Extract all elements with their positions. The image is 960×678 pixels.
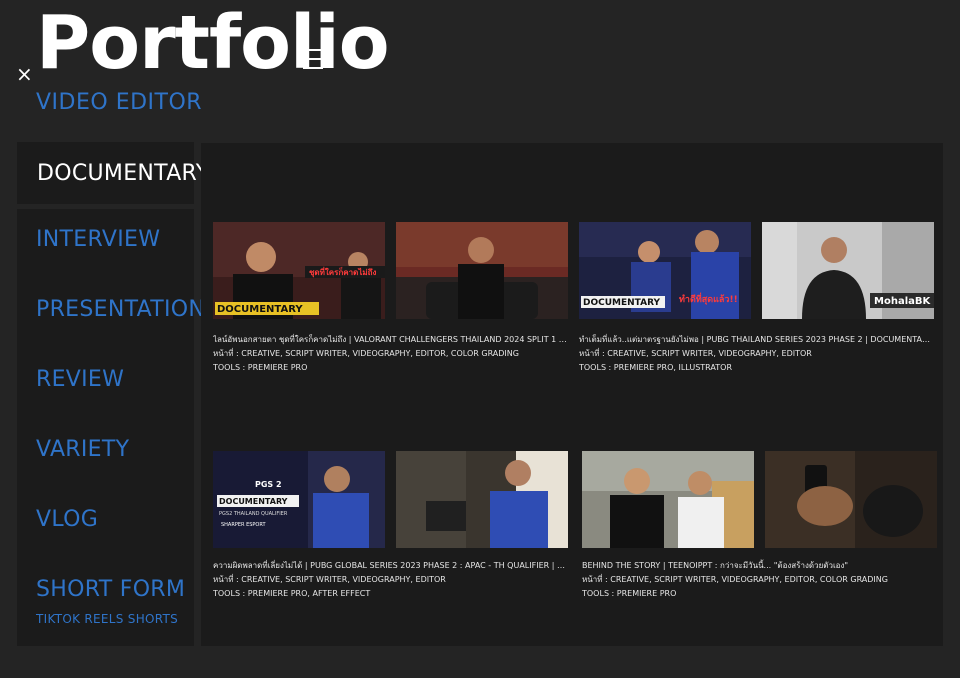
sidebar-item-presentation[interactable]: PRESENTATION	[36, 297, 205, 322]
video-thumbnail[interactable]	[396, 451, 568, 548]
video-thumbnail[interactable]: DOCUMENTARY ทำดีที่สุดแล้ว!!	[579, 222, 751, 319]
video-roles: หน้าที่ : CREATIVE, SCRIPT WRITER, VIDEO…	[582, 575, 888, 584]
video-tools: TOOLS : PREMIERE PRO, AFTER EFFECT	[213, 589, 371, 598]
close-icon[interactable]: ×	[16, 64, 33, 84]
video-roles: หน้าที่ : CREATIVE, SCRIPT WRITER, VIDEO…	[213, 575, 446, 584]
thumb-caption: PGS2 THAILAND QUALIFIER	[219, 511, 288, 517]
video-info: BEHIND THE STORY | TEENOIPPT : กว่าจะมีว…	[582, 559, 937, 601]
video-title[interactable]: BEHIND THE STORY | TEENOIPPT : กว่าจะมีว…	[582, 559, 937, 573]
video-roles: หน้าที่ : CREATIVE, SCRIPT WRITER, VIDEO…	[579, 349, 812, 358]
video-thumbnail[interactable]: PGS 2 DOCUMENTARY PGS2 THAILAND QUALIFIE…	[213, 451, 385, 548]
hamburger-icon[interactable]	[303, 49, 323, 76]
page-subtitle: VIDEO EDITOR	[36, 90, 203, 115]
sidebar-item-short-form[interactable]: SHORT FORM	[36, 577, 185, 602]
video-info: ความผิดพลาดที่เลี่ยงไม่ได้ | PUBG GLOBAL…	[213, 559, 568, 601]
sidebar-item-label: DOCUMENTARY	[37, 160, 210, 186]
video-tools: TOOLS : PREMIERE PRO	[582, 589, 677, 598]
sidebar-item-interview[interactable]: INTERVIEW	[36, 227, 160, 252]
page-title: Portfolio	[36, 0, 390, 86]
video-thumbnail[interactable]	[396, 222, 568, 319]
sidebar-item-documentary[interactable]: DOCUMENTARY	[17, 142, 209, 204]
sidebar-item-review[interactable]: REVIEW	[36, 367, 124, 392]
thumb-caption: MohalaBK	[874, 296, 931, 307]
sidebar-item-short-form-sub: TIKTOK REELS SHORTS	[36, 612, 179, 626]
thumb-label: DOCUMENTARY	[219, 497, 288, 506]
video-thumbnail[interactable]	[582, 451, 754, 548]
thumb-caption: ชุดที่ใครก็คาดไม่ถึง	[309, 266, 376, 278]
thumb-label: PGS 2	[255, 480, 282, 489]
video-info: ทำเต็มที่แล้ว..แต่มาตรฐานยังไม่พอ | PUBG…	[579, 333, 934, 375]
thumb-label: DOCUMENTARY	[583, 298, 661, 308]
thumb-label: DOCUMENTARY	[217, 304, 303, 315]
video-roles: หน้าที่ : CREATIVE, SCRIPT WRITER, VIDEO…	[213, 349, 519, 358]
video-title[interactable]: ทำเต็มที่แล้ว..แต่มาตรฐานยังไม่พอ | PUBG…	[579, 333, 934, 347]
thumb-caption: SHARPER ESPORT	[221, 522, 266, 528]
video-tools: TOOLS : PREMIERE PRO, ILLUSTRATOR	[579, 363, 732, 372]
video-thumbnail[interactable]: DOCUMENTARY ชุดที่ใครก็คาดไม่ถึง	[213, 222, 385, 319]
video-grid: DOCUMENTARY ชุดที่ใครก็คาดไม่ถึง ไลน์อัพ…	[201, 143, 943, 646]
video-title[interactable]: ความผิดพลาดที่เลี่ยงไม่ได้ | PUBG GLOBAL…	[213, 559, 568, 573]
category-sidebar: INTERVIEW PRESENTATION REVIEW VARIETY VL…	[17, 209, 205, 646]
video-tools: TOOLS : PREMIERE PRO	[213, 363, 308, 372]
video-thumbnail[interactable]	[765, 451, 937, 548]
video-info: ไลน์อัพนอกสายตา ชุดที่ใครก็คาดไม่ถึง | V…	[213, 333, 568, 375]
video-thumbnail[interactable]: MohalaBK	[762, 222, 934, 319]
video-title[interactable]: ไลน์อัพนอกสายตา ชุดที่ใครก็คาดไม่ถึง | V…	[213, 333, 568, 347]
sidebar-item-variety[interactable]: VARIETY	[36, 437, 129, 462]
sidebar-item-vlog[interactable]: VLOG	[36, 507, 98, 532]
